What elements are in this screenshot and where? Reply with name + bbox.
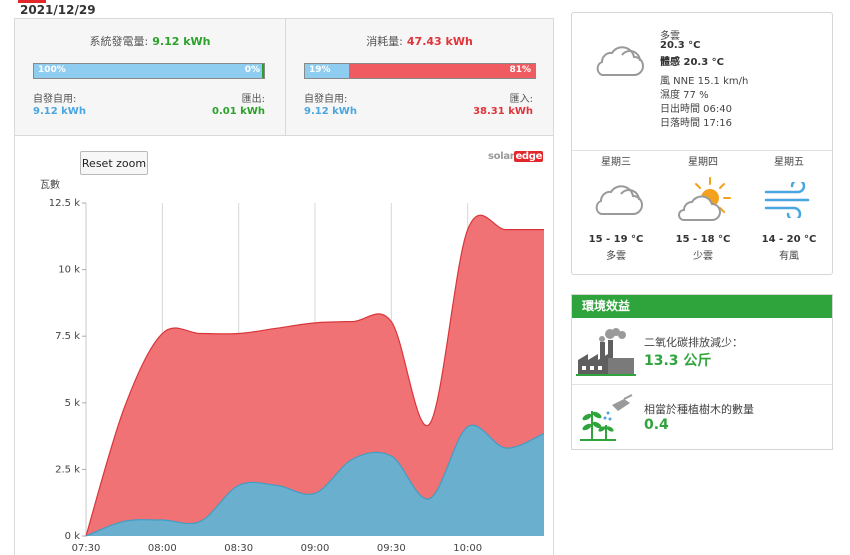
forecast-day-name: 星期三: [601, 157, 631, 168]
forecast-temps: 15 - 18 °C: [675, 234, 731, 245]
humidity-info: 濕度 77 %: [660, 90, 709, 101]
y-tick-label: 10 k: [58, 265, 80, 276]
y-tick-label: 12.5 k: [49, 198, 80, 209]
wind-icon: [764, 182, 810, 218]
forecast-day-2: 星期四 15 - 18 °C 少雲: [660, 153, 746, 262]
co2-label: 二氧化碳排放減少：: [644, 336, 743, 349]
sunrise-time: 日出時間 06:40: [660, 104, 732, 115]
forecast-day-3: 星期五 14 - 20 °C 有風: [746, 153, 832, 262]
co2-value: 13.3 公斤: [644, 353, 712, 369]
forecast-condition: 有風: [779, 251, 799, 262]
x-tick-label: 08:30: [224, 543, 253, 554]
factory-icon: [576, 328, 636, 376]
x-tick-label: 10:00: [453, 543, 482, 554]
current-temperature: 20.3 °C: [660, 40, 701, 51]
x-tick-label: 08:00: [148, 543, 177, 554]
feels-like: 體感 20.3 °C: [660, 57, 724, 68]
forecast-day-name: 星期四: [688, 157, 718, 168]
environmental-benefits-card: 環境效益 二氧化碳排放減少： 13.3 公斤 相當於種植樹木的數量 0.4: [571, 294, 833, 450]
weather-card: 多雲 20.3 °C 體感 20.3 °C 風 NNE 15.1 km/h 濕度…: [571, 12, 833, 275]
x-tick-label: 09:00: [301, 543, 330, 554]
trees-value: 0.4: [644, 417, 669, 433]
y-tick-label: 0 k: [65, 531, 81, 542]
cloudy-icon: [595, 185, 643, 215]
trees-label: 相當於種植樹木的數量: [644, 403, 754, 416]
current-cloudy-icon: [596, 46, 644, 76]
forecast-day-name: 星期五: [774, 157, 804, 168]
forecast-temps: 15 - 19 °C: [588, 234, 644, 245]
y-tick-label: 5 k: [65, 398, 81, 409]
y-tick-label: 7.5 k: [55, 331, 80, 342]
forecast-condition: 少雲: [693, 251, 713, 262]
trees-planted-row: 相當於種植樹木的數量 0.4: [572, 385, 832, 451]
weather-divider: [572, 150, 832, 151]
partly-sunny-icon: [678, 177, 731, 221]
x-tick-label: 09:30: [377, 543, 406, 554]
forecast-day-1: 星期三 15 - 19 °C 多雲: [573, 153, 659, 262]
forecast-temps: 14 - 20 °C: [761, 234, 817, 245]
wind-info: 風 NNE 15.1 km/h: [660, 76, 749, 87]
sunset-time: 日落時間 17:16: [660, 118, 732, 129]
tree-watering-icon: [580, 394, 633, 441]
x-tick-label: 07:30: [72, 543, 101, 554]
y-tick-label: 2.5 k: [55, 464, 80, 475]
forecast-condition: 多雲: [606, 251, 626, 262]
env-benefits-title: 環境效益: [572, 295, 832, 318]
co2-reduction-row: 二氧化碳排放減少： 13.3 公斤: [572, 318, 832, 385]
